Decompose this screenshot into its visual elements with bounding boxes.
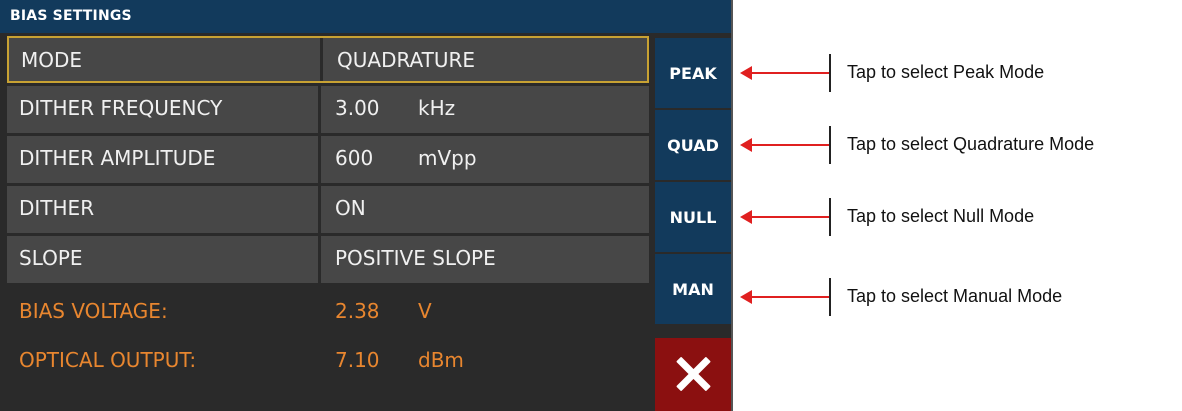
callout-line — [750, 216, 830, 218]
setting-unit: mVpp — [418, 146, 477, 170]
setting-value: 600 — [335, 146, 374, 170]
setting-row-mode[interactable]: MODE QUADRATURE — [7, 36, 649, 83]
close-icon — [675, 356, 711, 392]
callout-text: Tap to select Peak Mode — [847, 62, 1045, 82]
callout-text: Tap to select Null Mode — [847, 206, 1035, 226]
status-unit: V — [418, 299, 432, 323]
setting-row-slope[interactable]: SLOPE POSITIVE SLOPE — [7, 236, 649, 283]
setting-label: SLOPE — [19, 246, 83, 270]
callout-text: Tap to select Quadrature Mode — [847, 134, 1095, 154]
callout-quad: Tap to select Quadrature Mode — [740, 125, 1180, 165]
status-value: 7.10 — [335, 348, 380, 372]
setting-value: POSITIVE SLOPE — [335, 246, 496, 270]
callout-line — [750, 72, 830, 74]
status-label: OPTICAL OUTPUT: — [19, 348, 197, 372]
peak-button[interactable]: PEAK — [655, 36, 731, 108]
row-divider — [320, 38, 323, 81]
close-button[interactable] — [655, 336, 731, 411]
callout-tick — [829, 278, 831, 316]
bias-settings-panel: BIAS SETTINGS MODE QUADRATURE DITHER FRE… — [0, 0, 733, 411]
status-readout: BIAS VOLTAGE: 2.38 V OPTICAL OUTPUT: 7.1… — [7, 285, 649, 411]
optical-output-readout: OPTICAL OUTPUT: 7.10 dBm — [19, 348, 464, 372]
callout-line — [750, 144, 830, 146]
callout-peak: Tap to select Peak Mode — [740, 53, 1180, 93]
status-value: 2.38 — [335, 299, 380, 323]
panel-title: BIAS SETTINGS — [0, 0, 731, 33]
setting-label: MODE — [21, 48, 83, 72]
status-label: BIAS VOLTAGE: — [19, 299, 168, 323]
callout-line — [750, 296, 830, 298]
row-divider — [318, 236, 321, 283]
setting-row-dither-frequency[interactable]: DITHER FREQUENCY 3.00 kHz — [7, 86, 649, 133]
setting-value: QUADRATURE — [337, 48, 476, 72]
callout-tick — [829, 198, 831, 236]
setting-label: DITHER — [19, 196, 95, 220]
callout-null: Tap to select Null Mode — [740, 197, 1180, 237]
setting-value: 3.00 — [335, 96, 380, 120]
status-unit: dBm — [418, 348, 464, 372]
setting-label: DITHER FREQUENCY — [19, 96, 223, 120]
setting-value: ON — [335, 196, 366, 220]
callout-tick — [829, 126, 831, 164]
callout-manual: Tap to select Manual Mode — [740, 277, 1180, 317]
null-button[interactable]: NULL — [655, 180, 731, 252]
row-divider — [318, 86, 321, 133]
setting-row-dither-amplitude[interactable]: DITHER AMPLITUDE 600 mVpp — [7, 136, 649, 183]
row-divider — [318, 186, 321, 233]
callout-text: Tap to select Manual Mode — [847, 286, 1063, 306]
quad-button[interactable]: QUAD — [655, 108, 731, 180]
man-button[interactable]: MAN — [655, 252, 731, 324]
setting-unit: kHz — [418, 96, 456, 120]
setting-row-dither[interactable]: DITHER ON — [7, 186, 649, 233]
setting-label: DITHER AMPLITUDE — [19, 146, 216, 170]
row-divider — [318, 136, 321, 183]
callout-tick — [829, 54, 831, 92]
bias-voltage-readout: BIAS VOLTAGE: 2.38 V — [19, 299, 432, 323]
